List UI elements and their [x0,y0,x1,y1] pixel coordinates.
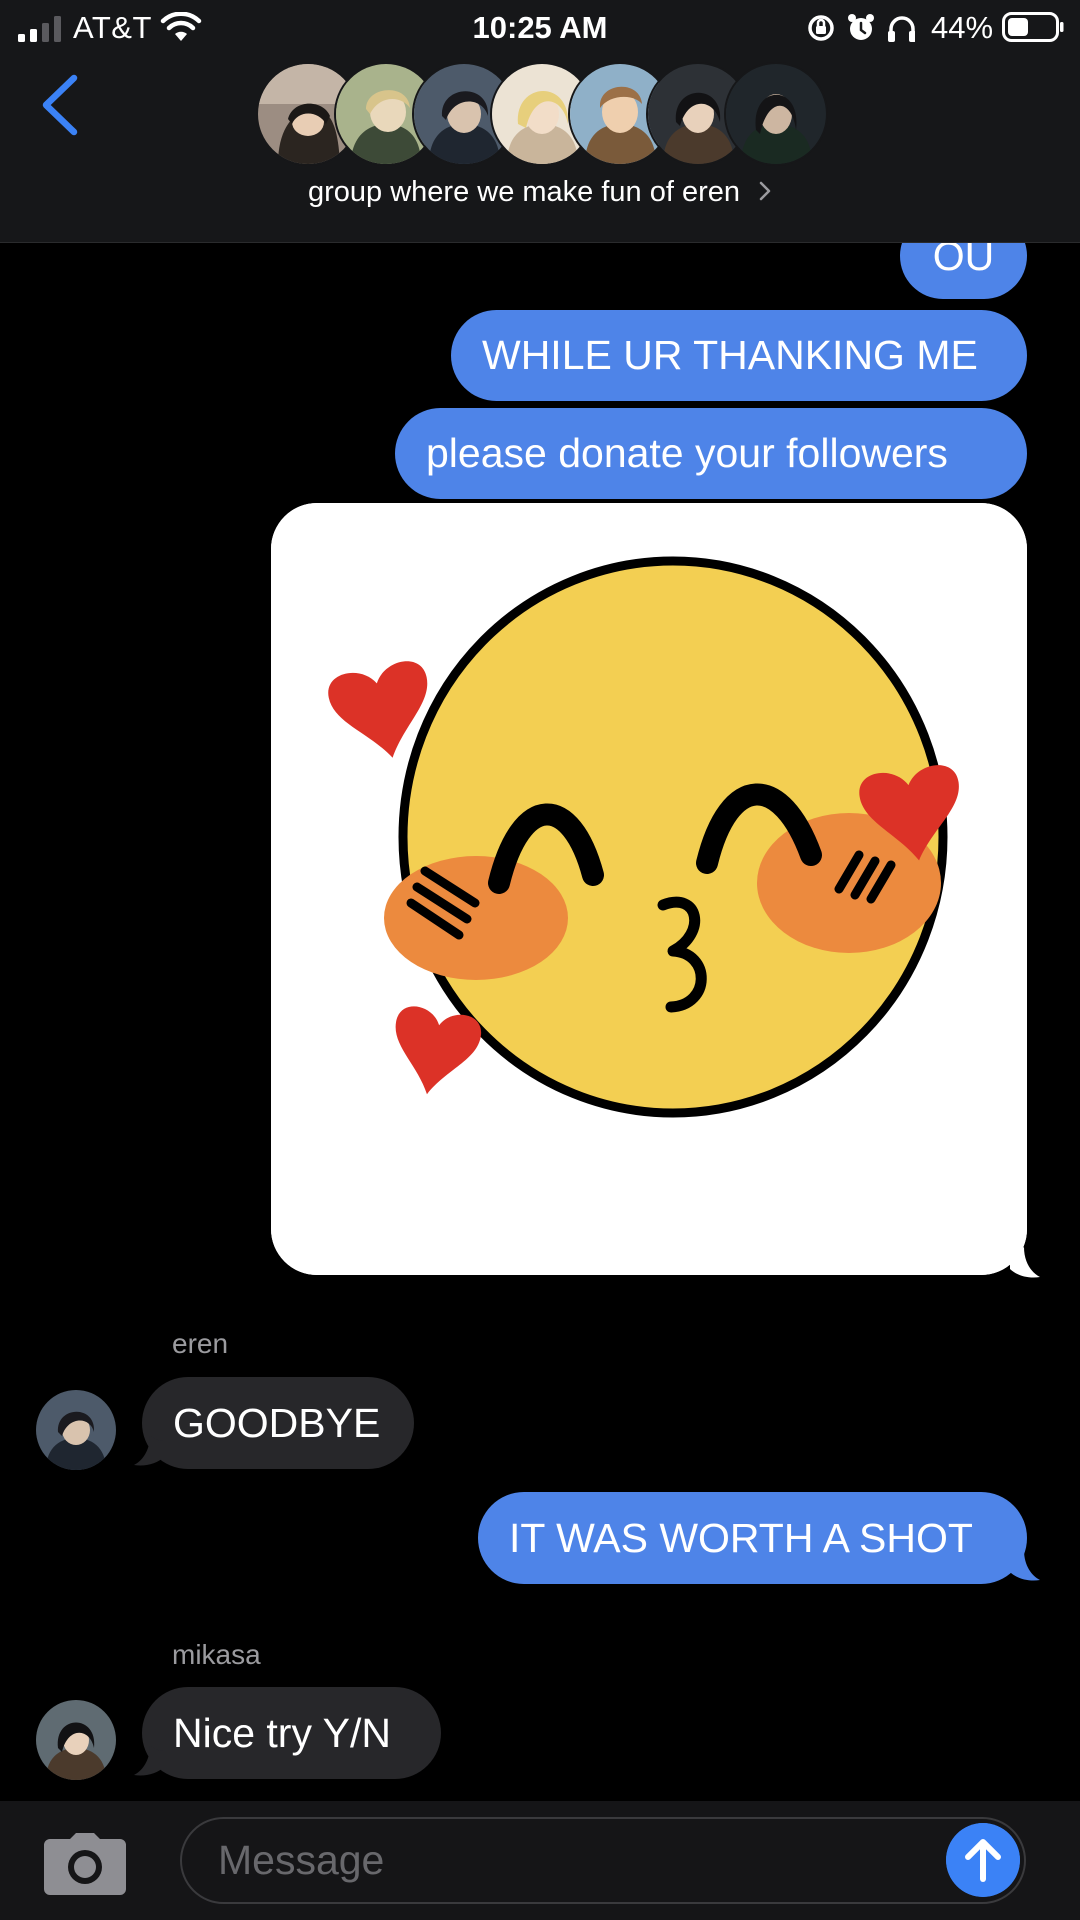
outgoing-message-bubble[interactable]: IT WAS WORTH A SHOT [478,1492,1027,1584]
bubble-tail [1010,1247,1040,1278]
kissing-face-emoji-image [271,503,1027,1275]
message-composer: Message [0,1801,1080,1920]
sender-name: mikasa [172,1639,261,1670]
camera-icon [44,1833,126,1895]
bubble-tail [134,1435,164,1466]
back-button[interactable] [38,72,82,138]
messages-screen: AT&T 10:25 AM 44% group where we make fu… [0,0,1080,1920]
outgoing-message-bubble[interactable]: please donate your followers [395,408,1027,499]
message-placeholder: Message [218,1837,385,1883]
outgoing-image-message[interactable] [271,503,1027,1275]
incoming-message-bubble[interactable]: Nice try Y/N [142,1687,441,1779]
message-text: Nice try Y/N [173,1709,391,1756]
conversation-header: AT&T 10:25 AM 44% group where we make fu… [0,0,1080,243]
message-input[interactable]: Message [180,1817,1026,1904]
message-text: WHILE UR THANKING ME [482,332,978,378]
chevron-right-icon [759,181,771,201]
participant-avatar [724,62,828,166]
outgoing-message-bubble[interactable]: OU [900,243,1027,299]
message-thread[interactable]: OU WHILE UR THANKING ME please donate yo… [0,243,1080,1801]
status-icons [808,14,915,42]
headphones-icon [888,16,915,42]
clock: 10:25 AM [472,10,608,45]
group-name: group where we make fun of eren [307,176,741,208]
group-name-button[interactable]: group where we make fun of eren [0,176,1080,209]
sender-avatar[interactable] [36,1700,116,1780]
message-text: GOODBYE [173,1399,381,1446]
message-text: IT WAS WORTH A SHOT [509,1514,973,1561]
orientation-lock-icon [808,15,834,41]
battery-icon [1002,12,1064,42]
sender-name: eren [172,1328,229,1359]
battery-percent: 44% [931,10,994,45]
message-text: OU [932,243,995,279]
status-bar: AT&T 10:25 AM 44% [0,0,1080,52]
sender-avatar[interactable] [36,1390,116,1470]
bubble-tail [1010,1550,1040,1581]
bubble-tail [134,1745,164,1776]
alarm-icon [848,14,874,40]
camera-button[interactable] [44,1833,126,1895]
outgoing-message-bubble[interactable]: WHILE UR THANKING ME [451,310,1027,401]
send-button[interactable] [946,1823,1020,1897]
incoming-message-bubble[interactable]: GOODBYE [142,1377,414,1469]
group-avatars[interactable] [256,62,828,166]
message-text: please donate your followers [426,430,948,476]
